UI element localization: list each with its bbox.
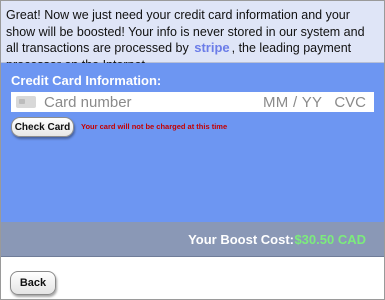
- credit-card-panel: Credit Card Information: Card number MM …: [1, 63, 384, 222]
- credit-card-title: Credit Card Information:: [11, 73, 162, 88]
- check-card-button[interactable]: Check Card: [11, 117, 74, 137]
- card-cvc-input[interactable]: CVC: [334, 94, 366, 111]
- no-charge-notice: Your card will not be charged at this ti…: [81, 122, 228, 131]
- boost-cost-label: Your Boost Cost:: [188, 232, 294, 247]
- boost-cost-value: $30.50 CAD: [294, 232, 366, 247]
- boost-cost-bar: Your Boost Cost: $30.50 CAD: [1, 222, 384, 257]
- card-expiry-input[interactable]: MM / YY: [263, 94, 322, 111]
- card-input-field[interactable]: Card number MM / YY CVC: [11, 92, 374, 112]
- credit-card-icon: [16, 96, 36, 108]
- back-button[interactable]: Back: [10, 271, 56, 295]
- boost-payment-dialog: Great! Now we just need your credit card…: [0, 0, 385, 300]
- info-box: Great! Now we just need your credit card…: [1, 1, 384, 72]
- card-number-input[interactable]: Card number: [44, 94, 263, 111]
- stripe-logo: stripe: [194, 40, 230, 55]
